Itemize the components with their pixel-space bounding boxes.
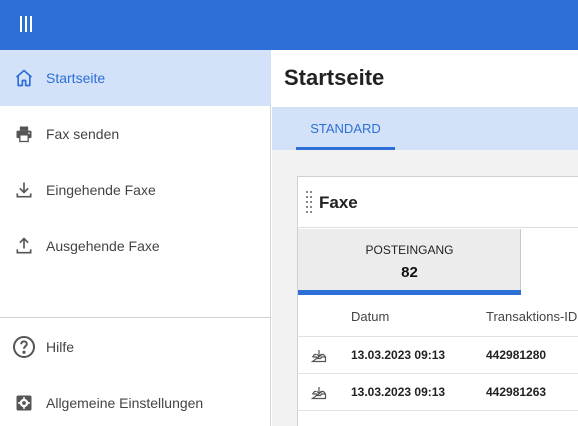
sidebar-item-fax-senden[interactable]: Fax senden xyxy=(0,106,271,162)
inbox-tray-icon[interactable] xyxy=(310,348,327,364)
inbox-label: POSTEINGANG xyxy=(365,243,454,257)
sidebar-item-label: Allgemeine Einstellungen xyxy=(46,395,204,411)
inbox-tray-icon[interactable] xyxy=(310,385,327,401)
main-content: Startseite STANDARD Faxe POSTEINGANG 82 xyxy=(272,50,578,426)
sidebar-item-allgemeine-einstellungen[interactable]: Allgemeine Einstellungen xyxy=(0,375,271,426)
sidebar-item-eingehende-faxe[interactable]: Eingehende Faxe xyxy=(0,162,271,218)
page-header: Startseite xyxy=(272,50,578,107)
tab-bar: STANDARD xyxy=(272,107,578,150)
printer-icon xyxy=(0,124,46,144)
hamburger-icon xyxy=(20,16,32,32)
fax-card: Faxe POSTEINGANG 82 Datum Transaktions-I… xyxy=(297,176,578,426)
tab-active-indicator xyxy=(296,147,395,150)
download-icon xyxy=(0,180,46,200)
tab-label: STANDARD xyxy=(310,121,381,136)
sidebar-item-label: Ausgehende Faxe xyxy=(46,238,160,254)
help-icon xyxy=(0,335,46,359)
table-header-row: Datum Transaktions-ID xyxy=(298,295,578,337)
sidebar-item-label: Eingehende Faxe xyxy=(46,182,156,198)
card-title: Faxe xyxy=(319,193,358,212)
table-row[interactable]: 13.03.2023 09:13 442981263 xyxy=(298,374,578,411)
cell-transaktions-id: 442981263 xyxy=(486,385,547,399)
sidebar-item-label: Startseite xyxy=(46,70,106,86)
settings-icon xyxy=(0,393,46,413)
drag-handle-icon[interactable] xyxy=(306,191,312,213)
sidebar-item-startseite[interactable]: Startseite xyxy=(0,50,271,106)
cell-transaktions-id: 442981280 xyxy=(486,348,547,362)
cell-datum: 13.03.2023 09:13 xyxy=(351,385,446,399)
menu-button[interactable] xyxy=(12,9,40,39)
upload-icon xyxy=(0,236,46,256)
card-header: Faxe xyxy=(298,177,578,228)
sidebar-item-ausgehende-faxe[interactable]: Ausgehende Faxe xyxy=(0,218,271,274)
sidebar-item-label: Fax senden xyxy=(46,126,120,142)
sidebar-item-label: Hilfe xyxy=(46,339,75,355)
column-header-transaktions-id[interactable]: Transaktions-ID xyxy=(486,309,577,324)
page-title: Startseite xyxy=(284,65,385,90)
fax-table: Datum Transaktions-ID 13.03.2023 09:13 4… xyxy=(298,295,578,411)
tab-standard[interactable]: STANDARD xyxy=(296,107,395,150)
home-icon xyxy=(0,68,46,88)
inbox-count: 82 xyxy=(401,264,418,281)
column-header-datum[interactable]: Datum xyxy=(351,309,389,324)
sidebar-item-hilfe[interactable]: Hilfe xyxy=(0,319,271,375)
sidebar: Startseite Fax senden Eingehende Faxe Au… xyxy=(0,50,271,426)
table-row[interactable]: 13.03.2023 09:13 442981280 xyxy=(298,337,578,374)
inbox-tile[interactable]: POSTEINGANG 82 xyxy=(298,229,521,295)
sidebar-divider xyxy=(0,317,271,318)
top-bar xyxy=(0,0,578,50)
cell-datum: 13.03.2023 09:13 xyxy=(351,348,446,362)
